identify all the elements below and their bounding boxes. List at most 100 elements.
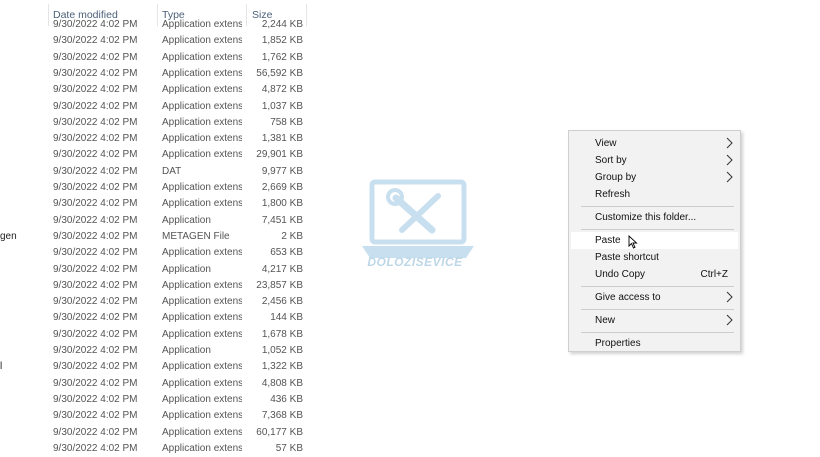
menu-item-label: Refresh bbox=[595, 189, 631, 200]
date-modified-cell: 9/30/2022 4:02 PM bbox=[53, 312, 138, 324]
size-cell: 7,451 KB bbox=[261, 214, 303, 226]
date-modified-cell: 9/30/2022 4:02 PM bbox=[53, 296, 138, 308]
table-row[interactable]: 9/30/2022 4:02 PM Application extens... 4,… bbox=[0, 82, 400, 98]
menu-item-label: New bbox=[595, 315, 616, 326]
type-cell: DAT bbox=[162, 165, 182, 177]
size-cell: 1,678 KB bbox=[261, 328, 303, 340]
type-cell: Application extens... bbox=[162, 328, 242, 340]
type-cell: Application extens... bbox=[162, 442, 242, 454]
table-row[interactable]: 9/30/2022 4:02 PM Application 4,217 KB bbox=[0, 262, 400, 278]
menu-item-refresh[interactable]: Refresh bbox=[571, 186, 738, 203]
size-cell: 57 KB bbox=[275, 442, 303, 454]
date-modified-cell: 9/30/2022 4:02 PM bbox=[53, 230, 138, 242]
table-row[interactable]: 9/30/2022 4:02 PM Application extens... 1,… bbox=[0, 131, 400, 147]
size-cell: 23,857 KB bbox=[256, 279, 303, 291]
date-modified-cell: 9/30/2022 4:02 PM bbox=[53, 84, 138, 96]
size-cell: 4,808 KB bbox=[261, 377, 303, 389]
chevron-right-icon bbox=[726, 137, 733, 149]
size-cell: 56,592 KB bbox=[256, 67, 303, 79]
menu-item-view[interactable]: View bbox=[571, 135, 738, 152]
menu-item-sort-by[interactable]: Sort by bbox=[571, 152, 738, 169]
type-cell: Application extens... bbox=[162, 312, 242, 324]
chevron-right-icon bbox=[726, 291, 733, 303]
type-cell: Application extens... bbox=[162, 377, 242, 389]
size-cell: 2,669 KB bbox=[261, 182, 303, 193]
type-cell: Application extens... bbox=[162, 116, 242, 128]
table-row[interactable]: 9/30/2022 4:02 PM Application extens... 1,… bbox=[0, 50, 400, 66]
table-row[interactable]: 9/30/2022 4:02 PM Application extens... 75… bbox=[0, 115, 400, 131]
type-cell: Application extens... bbox=[162, 67, 242, 79]
size-cell: 1,322 KB bbox=[261, 361, 303, 373]
menu-item-label: Paste shortcut bbox=[595, 252, 659, 263]
menu-item-paste-shortcut[interactable]: Paste shortcut bbox=[571, 249, 738, 266]
table-row[interactable]: 9/30/2022 4:02 PM Application extens... 1,… bbox=[0, 196, 400, 212]
table-row[interactable]: gen 9/30/2022 4:02 PM METAGEN File 2 KB bbox=[0, 229, 400, 245]
menu-item-undo-copy[interactable]: Undo Copy Ctrl+Z bbox=[571, 266, 738, 283]
menu-item-label: Properties bbox=[595, 338, 641, 349]
table-row[interactable]: 9/30/2022 4:02 PM Application extens... 43… bbox=[0, 392, 400, 408]
type-cell: Application extens... bbox=[162, 361, 242, 373]
table-row[interactable]: 9/30/2022 4:02 PM Application extens... 4,… bbox=[0, 376, 400, 392]
size-cell: 1,052 KB bbox=[261, 345, 303, 356]
size-cell: 144 KB bbox=[270, 312, 303, 324]
type-cell: Application extens... bbox=[162, 198, 242, 210]
date-modified-cell: 9/30/2022 4:02 PM bbox=[53, 116, 138, 128]
type-cell: Application extens... bbox=[162, 35, 242, 47]
table-row[interactable]: 9/30/2022 4:02 PM Application extens... 14… bbox=[0, 310, 400, 326]
menu-item-label: View bbox=[595, 138, 617, 149]
menu-item-properties[interactable]: Properties bbox=[571, 335, 738, 352]
date-modified-cell: 9/30/2022 4:02 PM bbox=[53, 182, 138, 193]
menu-item-label: Undo Copy bbox=[595, 269, 646, 280]
date-modified-cell: 9/30/2022 4:02 PM bbox=[53, 426, 138, 438]
table-row[interactable]: 9/30/2022 4:02 PM Application extens... 2,… bbox=[0, 180, 400, 196]
table-row[interactable]: 9/30/2022 4:02 PM Application extens... 60… bbox=[0, 425, 400, 441]
table-row[interactable]: 9/30/2022 4:02 PM Application extens... 1,… bbox=[0, 327, 400, 343]
table-row[interactable]: l 9/30/2022 4:02 PM Application extens... 1… bbox=[0, 359, 400, 375]
menu-item-customize-this-folder[interactable]: Customize this folder... bbox=[571, 209, 738, 226]
table-row[interactable]: 9/30/2022 4:02 PM Application extens... 7,… bbox=[0, 408, 400, 424]
date-modified-cell: 9/30/2022 4:02 PM bbox=[53, 410, 138, 422]
date-modified-cell: 9/30/2022 4:02 PM bbox=[53, 149, 138, 161]
menu-item-new[interactable]: New bbox=[571, 312, 738, 329]
table-row[interactable]: 9/30/2022 4:02 PM Application extens... 65… bbox=[0, 245, 400, 261]
type-cell: Application bbox=[162, 214, 211, 226]
date-modified-cell: 9/30/2022 4:02 PM bbox=[53, 328, 138, 340]
size-cell: 653 KB bbox=[270, 247, 303, 259]
table-row[interactable]: 9/30/2022 4:02 PM Application extens... 23… bbox=[0, 278, 400, 294]
table-row[interactable]: 9/30/2022 4:02 PM Application extens... 1,… bbox=[0, 33, 400, 49]
size-cell: 2,244 KB bbox=[261, 19, 303, 30]
table-row[interactable]: 9/30/2022 4:02 PM Application 1,052 KB bbox=[0, 343, 400, 359]
table-row[interactable]: 9/30/2022 4:02 PM Application 7,451 KB bbox=[0, 213, 400, 229]
table-row[interactable]: 9/30/2022 4:02 PM Application extens... 1,… bbox=[0, 99, 400, 115]
date-modified-cell: 9/30/2022 4:02 PM bbox=[53, 393, 138, 405]
date-modified-cell: 9/30/2022 4:02 PM bbox=[53, 214, 138, 226]
table-row[interactable]: 9/30/2022 4:02 PM Application extens... 29… bbox=[0, 147, 400, 163]
date-modified-cell: 9/30/2022 4:02 PM bbox=[53, 279, 138, 291]
type-cell: METAGEN File bbox=[162, 230, 230, 242]
type-cell: Application extens... bbox=[162, 182, 242, 193]
chevron-right-icon bbox=[726, 154, 733, 166]
menu-item-group-by[interactable]: Group by bbox=[571, 169, 738, 186]
type-cell: Application extens... bbox=[162, 410, 242, 422]
date-modified-cell: 9/30/2022 4:02 PM bbox=[53, 442, 138, 454]
size-cell: 60,177 KB bbox=[256, 426, 303, 438]
chevron-right-icon bbox=[726, 171, 733, 183]
size-cell: 1,762 KB bbox=[261, 51, 303, 63]
table-row[interactable]: 9/30/2022 4:02 PM Application extens... 2,… bbox=[0, 17, 400, 33]
menu-item-give-access-to[interactable]: Give access to bbox=[571, 289, 738, 306]
table-row[interactable]: 9/30/2022 4:02 PM DAT 9,977 KB bbox=[0, 164, 400, 180]
menu-item-paste[interactable]: Paste bbox=[571, 232, 738, 249]
size-cell: 1,381 KB bbox=[261, 133, 303, 145]
context-menu: View Sort by Group by Refresh Customize this… bbox=[568, 130, 741, 352]
size-cell: 1,037 KB bbox=[261, 100, 303, 112]
size-cell: 2 KB bbox=[281, 230, 303, 242]
menu-separator bbox=[581, 229, 734, 230]
size-cell: 9,977 KB bbox=[261, 165, 303, 177]
table-row[interactable]: 9/30/2022 4:02 PM Application extens... 2,… bbox=[0, 294, 400, 310]
table-row[interactable]: 9/30/2022 4:02 PM Application extens... 57… bbox=[0, 441, 400, 457]
table-row[interactable]: 9/30/2022 4:02 PM Application extens... 56… bbox=[0, 66, 400, 82]
menu-item-shortcut: Ctrl+Z bbox=[700, 269, 729, 280]
date-modified-cell: 9/30/2022 4:02 PM bbox=[53, 345, 138, 356]
menu-separator bbox=[581, 309, 734, 310]
size-cell: 1,852 KB bbox=[261, 35, 303, 47]
